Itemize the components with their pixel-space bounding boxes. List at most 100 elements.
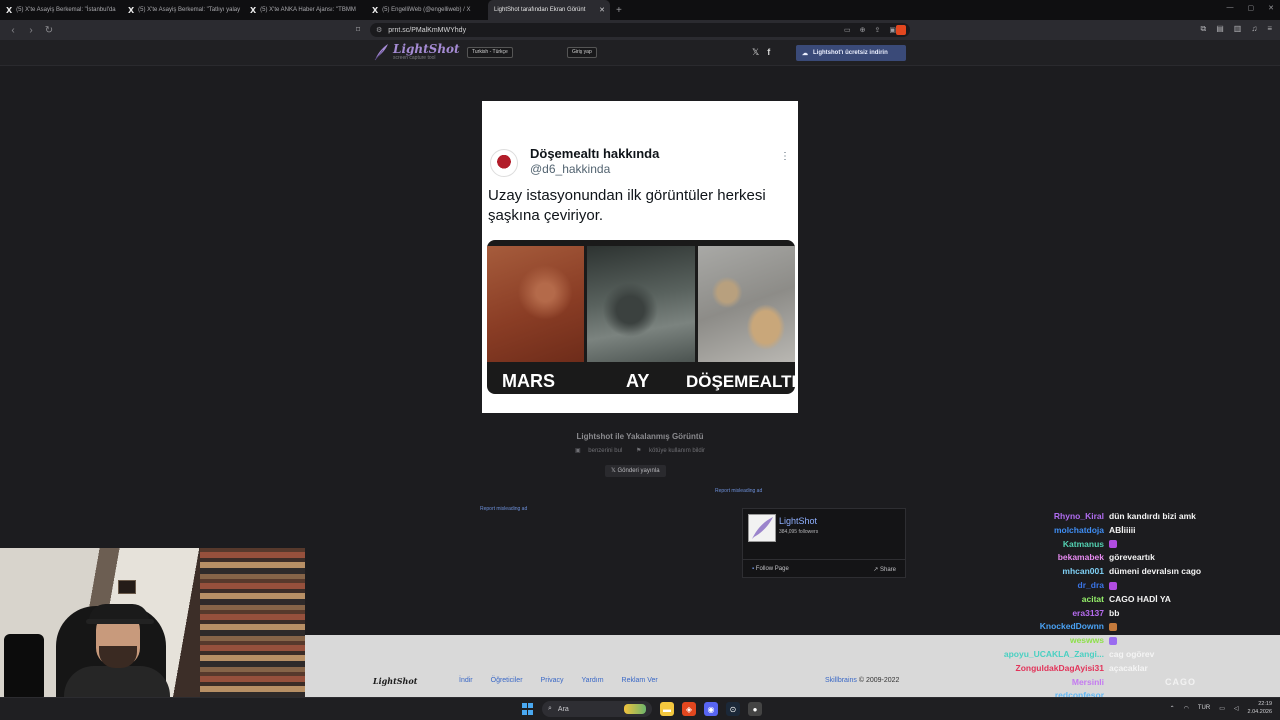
brave-icon[interactable]: ◈	[682, 702, 696, 716]
footer-link-privacy[interactable]: Privacy	[541, 677, 564, 684]
copyright-years: © 2009-2022	[858, 677, 900, 684]
chat-username[interactable]: apoyu_UCAKLA_Zangi...	[1004, 649, 1104, 659]
footer-link-advertise[interactable]: Reklam Ver	[622, 677, 658, 684]
download-button[interactable]: ☁ Lightshot'ı ücretsiz indirin	[796, 45, 906, 61]
maximize-icon[interactable]: ▢	[1248, 4, 1255, 12]
skillbrains-link[interactable]: Skillbrains	[825, 677, 857, 684]
chat-username[interactable]: ZonguldakDagAyisi31	[1016, 663, 1104, 673]
language-select[interactable]: Turkish - Türkçe	[467, 47, 513, 58]
chevron-up-icon[interactable]: ⌃	[1170, 705, 1175, 712]
microphone	[4, 634, 44, 702]
chat-message: apoyu_UCAKLA_Zangi... cag ogörev	[990, 649, 1280, 662]
url-field[interactable]: ⚙ prnt.sc/PMalKmMWYhdy ▭ ⊕ ⇪ ▣	[370, 23, 910, 37]
fb-share-label: Share	[879, 567, 896, 573]
chat-username[interactable]: bekamabek	[1058, 552, 1104, 562]
taskbar-search[interactable]: ⌕ Ara	[542, 701, 652, 717]
address-bar-row: ‹ › ↻ ⌑ ⚙ prnt.sc/PMalKmMWYhdy ▭ ⊕ ⇪ ▣ ⧉…	[0, 20, 1280, 40]
chat-username[interactable]: weswws	[1070, 635, 1104, 645]
social-links: 𝕏 f	[752, 47, 770, 58]
wifi-icon[interactable]: ◠	[1184, 705, 1189, 712]
report-abuse-link[interactable]: ⚑ kötüye kullanım bildir	[633, 448, 708, 454]
report-ad-link[interactable]: Report misleading ad	[480, 506, 527, 512]
browser-tab-active[interactable]: LightShot tarafından Ekran Görünt ✕	[488, 0, 610, 20]
tab-title: (5) EngelliWeb (@engelliweb) / X	[382, 7, 471, 13]
menu-icon[interactable]: ≡	[1267, 24, 1272, 34]
forward-icon[interactable]: ›	[26, 25, 36, 36]
language-indicator[interactable]: TUR	[1198, 705, 1210, 711]
login-button[interactable]: Giriş yap	[567, 47, 597, 58]
media-label: AY	[626, 371, 650, 391]
facebook-page-widget: LightShot 384,095 followers ▪ Follow Pag…	[742, 508, 906, 578]
volume-icon[interactable]: ◁	[1234, 705, 1239, 712]
zoom-icon[interactable]: ⊕	[860, 26, 866, 34]
obs-icon[interactable]: ●	[748, 702, 762, 716]
lightshot-logo[interactable]: LightShot screen capture tool	[373, 43, 460, 61]
footer-copyright: Skillbrains © 2009-2022	[825, 677, 899, 684]
chat-text: bb	[1109, 607, 1120, 618]
footer-link-download[interactable]: İndir	[459, 677, 473, 684]
windows-start-icon[interactable]	[522, 703, 534, 715]
discord-icon[interactable]: ◉	[704, 702, 718, 716]
sidebar-icon[interactable]: ▤	[1216, 24, 1224, 34]
share-icon[interactable]: ⇪	[875, 26, 881, 34]
post-tweet-label: Gönderi yayınla	[617, 468, 660, 474]
screenshot-image[interactable]: Döşemealtı hakkında @d6_hakkinda ⋮ Uzay …	[482, 101, 798, 413]
chat-message: Mersinli	[990, 677, 1280, 690]
back-icon[interactable]: ‹	[8, 25, 18, 36]
brave-shields-icon[interactable]	[896, 25, 906, 35]
chat-text: CAGO HADİ YA	[1109, 593, 1171, 604]
feather-icon	[374, 44, 388, 61]
download-button-label: Lightshot'ı ücretsiz indirin	[813, 50, 888, 56]
chat-username[interactable]: molchatdoja	[1054, 525, 1104, 535]
steam-icon[interactable]: ⊙	[726, 702, 740, 716]
report-ad-link[interactable]: Report misleading ad	[715, 488, 762, 494]
twitter-icon[interactable]: 𝕏	[752, 47, 759, 58]
chat-message: ZonguldakDagAyisi31 açacaklar	[990, 663, 1280, 676]
chat-username[interactable]: Mersinli	[1072, 677, 1104, 687]
plus-icon[interactable]: +	[616, 5, 622, 16]
minimize-icon[interactable]: —	[1227, 4, 1234, 12]
chat-username[interactable]: dr_dra	[1078, 580, 1104, 590]
fb-share-button[interactable]: ↗ Share	[873, 566, 896, 573]
find-similar-link[interactable]: ▣ benzerini bul	[572, 448, 625, 454]
extensions-icon[interactable]: ⧉	[1200, 24, 1206, 34]
post-tweet-button[interactable]: 𝕏 Gönderi yayınla	[605, 465, 666, 477]
screenshot-icon[interactable]: ▣	[889, 26, 896, 34]
tab-title: (5) X'te ANKA Haber Ajansı: "TBMM	[260, 7, 356, 13]
footer-logo[interactable]: LightShot	[373, 676, 417, 686]
find-similar-label: benzerini bul	[588, 448, 623, 454]
chat-username[interactable]: KnockedDownn	[1040, 621, 1104, 631]
media-label: MARS	[502, 371, 555, 391]
tab-title: (5) X'te Asayiş Berkemal: "İstanbul'da	[16, 7, 116, 13]
wallet-icon[interactable]: ▥	[1234, 24, 1242, 34]
fb-follow-button[interactable]: ▪ Follow Page	[752, 566, 789, 572]
footer-link-help[interactable]: Yardım	[581, 677, 603, 684]
fb-page-name[interactable]: LightShot	[779, 516, 817, 526]
footer-link-tutorials[interactable]: Öğreticiler	[491, 677, 523, 684]
reader-icon[interactable]: ▭	[844, 26, 851, 34]
camera-icon: ▣	[574, 448, 583, 454]
clock[interactable]: 22:19 2.04.2026	[1248, 700, 1272, 716]
chat-emote-icon	[1109, 636, 1117, 645]
chat-username[interactable]: acitat	[1082, 594, 1104, 604]
chat-username[interactable]: Rhyno_Kiral	[1054, 511, 1104, 521]
network-icon[interactable]: ▭	[1219, 705, 1225, 712]
bookmark-icon[interactable]: ⌑	[356, 25, 360, 34]
close-window-icon[interactable]: ✕	[1268, 4, 1274, 12]
site-info-icon[interactable]: ⚙	[376, 26, 382, 34]
browser-tab[interactable]: X (5) X'te Asayiş Berkemal: "İstanbul'da	[0, 0, 122, 20]
music-icon[interactable]: ♫	[1251, 24, 1257, 34]
chat-username[interactable]: Katmanus	[1063, 539, 1104, 549]
browser-tab[interactable]: X (5) X'te ANKA Haber Ajansı: "TBMM	[244, 0, 366, 20]
chat-username[interactable]: mhcan001	[1062, 566, 1104, 576]
fb-page-image[interactable]	[748, 514, 776, 542]
chat-username[interactable]: era3137	[1072, 608, 1104, 618]
facebook-icon[interactable]: f	[767, 47, 770, 58]
url-actions: ▭ ⊕ ⇪ ▣	[844, 26, 896, 34]
search-placeholder: Ara	[557, 705, 569, 713]
file-explorer-icon[interactable]: ▬	[660, 702, 674, 716]
browser-tab[interactable]: X (5) EngelliWeb (@engelliweb) / X	[366, 0, 488, 20]
reload-icon[interactable]: ↻	[44, 25, 54, 36]
browser-tab[interactable]: X (5) X'te Asayiş Berkemal: "Tatlıyı yala…	[122, 0, 244, 20]
close-tab-icon[interactable]: ✕	[599, 6, 605, 14]
